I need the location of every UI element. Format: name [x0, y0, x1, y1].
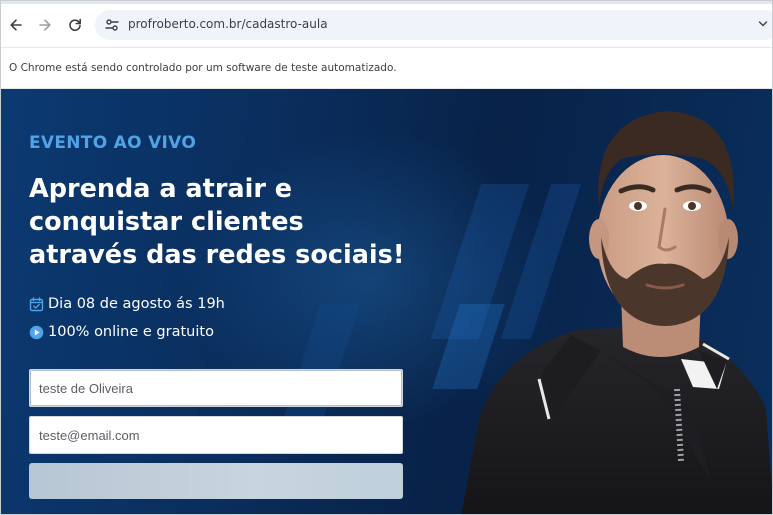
play-circle-icon — [29, 325, 44, 340]
tab-strip-edge — [1, 1, 772, 4]
presenter-photo — [461, 111, 772, 514]
reload-button[interactable] — [64, 14, 86, 36]
infobar-message: O Chrome está sendo controlado por um so… — [9, 62, 397, 74]
arrow-left-icon — [10, 19, 22, 31]
name-field[interactable] — [29, 369, 403, 407]
back-button[interactable] — [5, 14, 27, 36]
event-date: Dia 08 de agosto ás 19h — [29, 294, 225, 314]
arrow-right-icon — [39, 19, 51, 31]
name-input[interactable] — [30, 370, 402, 406]
browser-toolbar: profroberto.com.br/cadastro-aula — [1, 1, 772, 47]
hero-section: EVENTO AO VIVO Aprenda a atrair e conqui… — [1, 89, 772, 514]
event-format: 100% online e gratuito — [29, 322, 214, 342]
automation-infobar: O Chrome está sendo controlado por um so… — [1, 47, 772, 89]
page-headline: Aprenda a atrair e conquistar clientes a… — [29, 173, 449, 272]
headline-line: conquistar clientes — [29, 207, 304, 237]
reload-icon — [69, 18, 81, 31]
event-format-text: 100% online e gratuito — [48, 324, 214, 340]
browser-window: profroberto.com.br/cadastro-aula O Chrom… — [0, 0, 773, 515]
chevron-down-icon[interactable] — [758, 19, 768, 29]
email-field[interactable] — [29, 416, 403, 454]
headline-line: Aprenda a atrair e — [29, 174, 293, 204]
calendar-icon — [29, 296, 44, 312]
tune-icon[interactable] — [104, 17, 120, 33]
headline-line: através das redes sociais! — [29, 240, 405, 270]
email-input[interactable] — [30, 417, 402, 453]
url-text[interactable]: profroberto.com.br/cadastro-aula — [128, 17, 328, 31]
submit-button[interactable] — [29, 463, 403, 499]
event-date-text: Dia 08 de agosto ás 19h — [48, 296, 225, 312]
forward-button[interactable] — [34, 14, 56, 36]
address-bar[interactable]: profroberto.com.br/cadastro-aula — [95, 10, 772, 40]
event-eyebrow: EVENTO AO VIVO — [29, 133, 197, 153]
